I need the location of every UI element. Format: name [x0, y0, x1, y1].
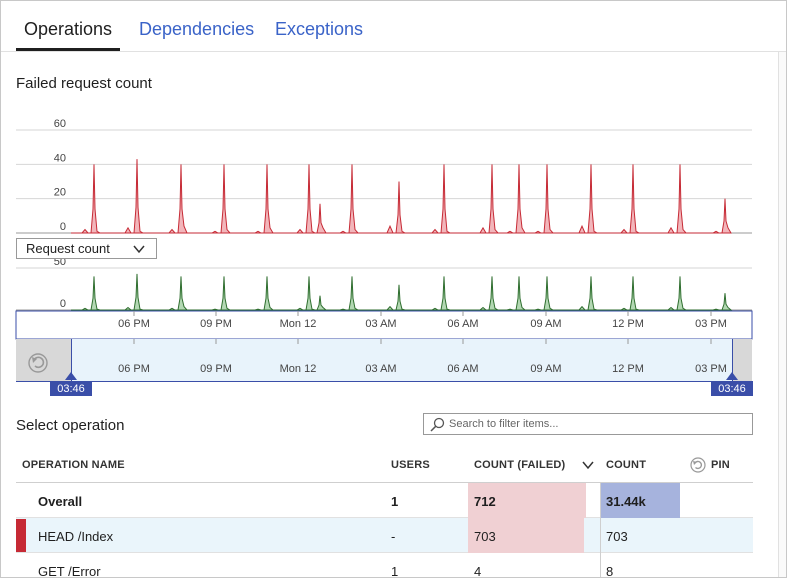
metric-dropdown-value: Request count: [26, 241, 110, 256]
count-value: 703: [606, 529, 628, 544]
y-tick-label: 60: [54, 118, 66, 130]
x-tick-label: 09 PM: [200, 318, 232, 330]
active-tab-indicator: [16, 48, 120, 51]
operation-name: Overall: [38, 494, 83, 509]
tab-dependencies[interactable]: Dependencies: [139, 19, 254, 40]
request-series-area: [71, 273, 733, 311]
table-row-overall[interactable]: Overall 1 712 31.44k: [16, 483, 753, 518]
search-icon: [430, 417, 445, 432]
column-header-users[interactable]: USERS: [391, 459, 430, 471]
operations-panel: Operations Dependencies Exceptions Faile…: [0, 0, 787, 578]
x-tick-label: 12 PM: [612, 318, 644, 330]
operation-name: GET /Error: [38, 564, 101, 578]
column-separator: [600, 553, 601, 577]
users-value: -: [391, 529, 396, 544]
count-value: 8: [606, 564, 614, 578]
table-row-head-index[interactable]: HEAD /Index - 703 703: [16, 518, 753, 553]
x-tick-label: Mon 12: [280, 363, 317, 375]
range-unselected-right: [732, 339, 752, 381]
x-tick-label: 03 AM: [365, 363, 396, 375]
range-start-label: 03:46: [57, 383, 85, 395]
y-tick-label: 40: [54, 152, 66, 164]
failed-series-area: [71, 159, 732, 234]
users-value: 1: [391, 494, 399, 509]
failed-count-value: 712: [474, 494, 496, 509]
time-range-selector[interactable]: 06 PM 09 PM Mon 12 03 AM 06 AM 09 AM 12 PM 03 P…: [1, 310, 761, 400]
column-header-pin[interactable]: PIN: [711, 459, 730, 471]
x-tick-label: 03 PM: [695, 318, 727, 330]
failed-chart-title: Failed request count: [16, 75, 152, 92]
column-header-count[interactable]: COUNT: [606, 459, 646, 471]
y-tick-label: 50: [54, 259, 66, 268]
selected-row-marker: [16, 519, 26, 552]
column-separator: [600, 483, 601, 518]
metric-dropdown[interactable]: Request count: [16, 238, 157, 259]
x-tick-label: 06 PM: [118, 363, 150, 375]
x-tick-label: 06 PM: [118, 318, 150, 330]
failed-count-value: 703: [474, 529, 496, 544]
x-tick-label: Mon 12: [280, 318, 317, 330]
x-tick-label: 09 AM: [530, 318, 561, 330]
range-end-label: 03:46: [718, 383, 746, 395]
x-tick-label: 06 AM: [447, 318, 478, 330]
operation-name: HEAD /Index: [38, 529, 114, 544]
failed-count-value: 4: [474, 564, 482, 578]
failed-request-chart[interactable]: 0 20 40 60: [1, 101, 761, 241]
x-tick-label: 09 AM: [530, 363, 561, 375]
range-unselected-left: [16, 339, 72, 381]
column-header-operation-name[interactable]: OPERATION NAME: [22, 459, 125, 471]
request-count-chart[interactable]: 0 50: [1, 259, 761, 315]
vertical-scrollbar[interactable]: [778, 52, 786, 577]
users-value: 1: [391, 564, 399, 578]
select-operation-title: Select operation: [16, 417, 125, 434]
x-tick-label: 06 AM: [447, 363, 478, 375]
y-tick-label: 20: [54, 187, 66, 199]
x-tick-label: 03 AM: [365, 318, 396, 330]
search-input[interactable]: [449, 416, 747, 432]
y-tick-label: 0: [60, 221, 66, 233]
tab-operations[interactable]: Operations: [24, 19, 112, 40]
reset-pin-icon[interactable]: [690, 457, 706, 473]
x-tick-label: 09 PM: [200, 363, 232, 375]
count-value: 31.44k: [606, 494, 646, 509]
x-tick-label: 12 PM: [612, 363, 644, 375]
column-separator: [600, 518, 601, 553]
y-tick-label: 0: [60, 298, 66, 310]
sort-descending-icon[interactable]: [582, 460, 594, 470]
operation-search[interactable]: [423, 413, 753, 435]
table-row-get-error[interactable]: GET /Error 1 4 8: [16, 553, 753, 578]
tab-bar: Operations Dependencies Exceptions: [1, 1, 786, 52]
chevron-down-icon: [133, 245, 145, 254]
column-header-count-failed[interactable]: COUNT (FAILED): [474, 459, 565, 471]
x-tick-label: 03 PM: [695, 363, 727, 375]
tab-exceptions[interactable]: Exceptions: [275, 19, 363, 40]
